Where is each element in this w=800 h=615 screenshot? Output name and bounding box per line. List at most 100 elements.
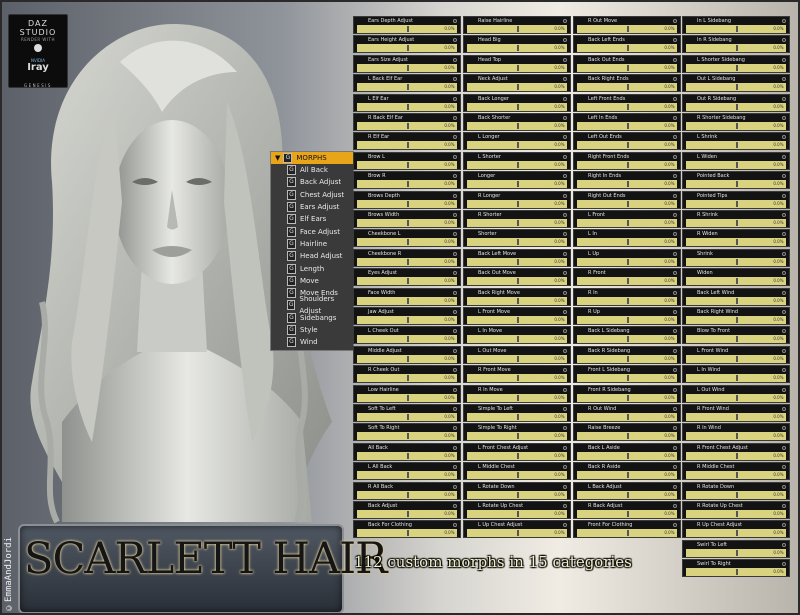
slider-value[interactable]: 0.0% xyxy=(444,471,454,479)
slider-track[interactable]: 0.0% xyxy=(686,335,786,344)
slider-track[interactable]: 0.0% xyxy=(357,393,457,402)
slider-track[interactable]: 0.0% xyxy=(357,44,457,53)
slider-value[interactable]: 0.0% xyxy=(444,316,454,324)
slider-options-icon[interactable] xyxy=(452,57,457,62)
morph-slider[interactable]: L Up 0.0% xyxy=(573,248,681,267)
morph-category-item[interactable]: G Face Adjust xyxy=(271,225,353,237)
slider-track[interactable]: 0.0% xyxy=(467,316,567,324)
slider-options-icon[interactable] xyxy=(672,329,677,334)
morph-slider[interactable]: Blow To Front 0.0% xyxy=(682,326,790,345)
slider-value[interactable]: 0.0% xyxy=(773,64,783,72)
slider-value[interactable]: 0.0% xyxy=(773,374,783,382)
morph-slider[interactable]: In R Sidebang 0.0% xyxy=(682,35,790,54)
morph-slider[interactable]: R Back Adjust 0.0% xyxy=(573,501,681,519)
slider-value[interactable]: 0.0% xyxy=(773,335,783,343)
morph-slider[interactable]: L Rotate Up Chest 0.0% xyxy=(463,501,571,519)
slider-options-icon[interactable] xyxy=(452,213,457,217)
morph-slider[interactable]: Shrink 0.0% xyxy=(682,248,790,267)
slider-track[interactable]: 0.0% xyxy=(467,277,567,286)
slider-options-icon[interactable] xyxy=(781,135,786,140)
slider-value[interactable]: 0.0% xyxy=(554,161,564,169)
morph-slider[interactable]: Soft To Left 0.0% xyxy=(353,404,461,422)
slider-options-icon[interactable] xyxy=(562,484,567,489)
slider-options-icon[interactable] xyxy=(672,348,677,353)
slider-options-icon[interactable] xyxy=(672,445,677,450)
slider-handle[interactable] xyxy=(735,258,738,265)
slider-track[interactable]: 0.0% xyxy=(467,451,567,460)
morph-category-item[interactable]: G Shoulders Adjust xyxy=(271,295,353,315)
slider-handle[interactable] xyxy=(735,200,738,207)
morph-slider[interactable]: R Front Wind 0.0% xyxy=(682,404,790,422)
slider-value[interactable]: 0.0% xyxy=(554,258,564,266)
morph-slider[interactable]: Front For Clothing 0.0% xyxy=(573,520,681,539)
slider-track[interactable]: 0.0% xyxy=(686,219,786,227)
slider-options-icon[interactable] xyxy=(781,232,786,237)
slider-value[interactable]: 0.0% xyxy=(444,25,454,33)
slider-options-icon[interactable] xyxy=(452,251,457,256)
slider-track[interactable]: 0.0% xyxy=(467,413,567,421)
morph-slider[interactable]: Raise Breeze 0.0% xyxy=(573,423,681,442)
slider-options-icon[interactable] xyxy=(452,329,457,334)
morph-slider[interactable]: Back Out Move 0.0% xyxy=(463,268,571,287)
slider-options-icon[interactable] xyxy=(452,290,457,295)
morph-slider[interactable]: L In Move 0.0% xyxy=(463,326,571,345)
slider-track[interactable]: 0.0% xyxy=(686,44,786,53)
morph-slider[interactable]: Back Out Ends 0.0% xyxy=(573,54,681,73)
slider-value[interactable]: 0.0% xyxy=(444,491,454,499)
slider-handle[interactable] xyxy=(516,433,519,440)
slider-track[interactable]: 0.0% xyxy=(577,25,677,33)
slider-handle[interactable] xyxy=(626,472,629,479)
morphs-header[interactable]: ▼ G MORPHS xyxy=(271,152,353,164)
slider-value[interactable]: 0.0% xyxy=(773,238,783,246)
slider-options-icon[interactable] xyxy=(452,174,457,179)
slider-value[interactable]: 0.0% xyxy=(664,316,674,324)
slider-value[interactable]: 0.0% xyxy=(554,44,564,52)
slider-handle[interactable] xyxy=(735,45,738,52)
slider-value[interactable]: 0.0% xyxy=(773,83,783,91)
slider-value[interactable]: 0.0% xyxy=(554,122,564,130)
slider-options-icon[interactable] xyxy=(781,465,786,470)
morph-category-item[interactable]: G Hairline xyxy=(271,238,353,250)
slider-track[interactable]: 0.0% xyxy=(467,160,567,169)
morph-slider[interactable]: R Cheek Out 0.0% xyxy=(353,365,461,384)
slider-track[interactable]: 0.0% xyxy=(357,257,457,266)
morph-slider[interactable]: Back Left Wind 0.0% xyxy=(682,287,790,306)
slider-handle[interactable] xyxy=(735,239,738,246)
slider-value[interactable]: 0.0% xyxy=(444,374,454,382)
slider-track[interactable]: 0.0% xyxy=(357,160,457,169)
slider-handle[interactable] xyxy=(626,297,629,304)
slider-track[interactable]: 0.0% xyxy=(357,199,457,208)
morph-slider[interactable]: R Widen 0.0% xyxy=(682,229,790,248)
morph-slider[interactable]: Out L Sidebang 0.0% xyxy=(682,74,790,93)
slider-value[interactable]: 0.0% xyxy=(664,44,674,52)
slider-handle[interactable] xyxy=(735,161,738,168)
slider-value[interactable]: 0.0% xyxy=(664,452,674,460)
slider-value[interactable]: 0.0% xyxy=(664,64,674,72)
morph-slider[interactable]: Back Right Wind 0.0% xyxy=(682,307,790,325)
slider-options-icon[interactable] xyxy=(781,368,786,373)
slider-options-icon[interactable] xyxy=(452,193,457,198)
slider-track[interactable]: 0.0% xyxy=(357,63,457,72)
morph-slider[interactable]: Out R Sidebang 0.0% xyxy=(682,93,790,112)
morph-slider[interactable]: R In 0.0% xyxy=(573,287,681,306)
slider-handle[interactable] xyxy=(406,297,409,304)
slider-options-icon[interactable] xyxy=(452,310,457,314)
slider-value[interactable]: 0.0% xyxy=(444,44,454,52)
slider-handle[interactable] xyxy=(735,278,738,285)
morph-slider[interactable]: Back Right Ends 0.0% xyxy=(573,74,681,93)
slider-handle[interactable] xyxy=(406,84,409,91)
morph-slider[interactable]: Left Front Ends 0.0% xyxy=(573,93,681,112)
slider-handle[interactable] xyxy=(406,45,409,52)
slider-handle[interactable] xyxy=(516,491,519,498)
morph-slider[interactable]: R Front Chest Adjust 0.0% xyxy=(682,442,790,461)
slider-track[interactable]: 0.0% xyxy=(577,529,677,538)
slider-track[interactable]: 0.0% xyxy=(357,238,457,247)
morph-slider[interactable]: Brow L 0.0% xyxy=(353,151,461,170)
slider-handle[interactable] xyxy=(406,317,409,323)
slider-handle[interactable] xyxy=(406,142,409,149)
morph-slider[interactable]: R Longer 0.0% xyxy=(463,190,571,209)
slider-track[interactable]: 0.0% xyxy=(686,122,786,130)
morph-category-item[interactable]: G Elf Ears xyxy=(271,213,353,225)
morph-slider[interactable]: L Front Wind 0.0% xyxy=(682,345,790,364)
morph-slider[interactable]: Jaw Adjust 0.0% xyxy=(353,307,461,325)
